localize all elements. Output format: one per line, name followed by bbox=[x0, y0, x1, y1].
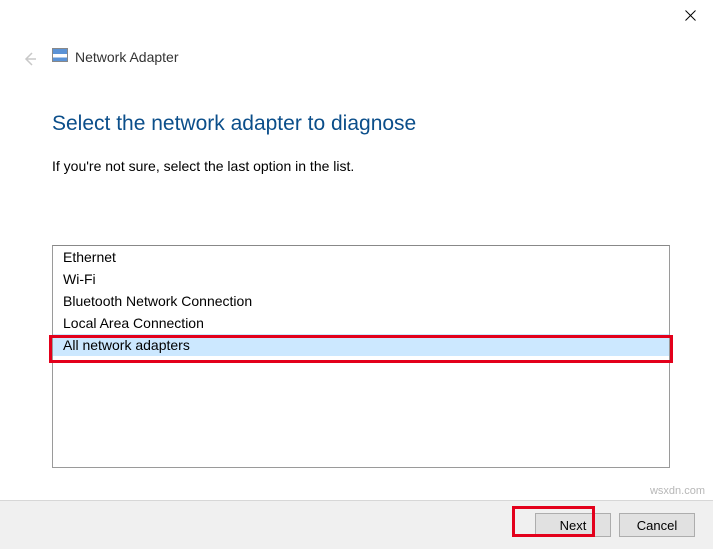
footer-bar: Next Cancel bbox=[0, 500, 713, 549]
adapter-listbox[interactable]: EthernetWi-FiBluetooth Network Connectio… bbox=[52, 245, 670, 468]
close-button[interactable] bbox=[668, 0, 713, 30]
next-button[interactable]: Next bbox=[535, 513, 611, 537]
list-item[interactable]: Ethernet bbox=[53, 246, 669, 268]
watermark: wsxdn.com bbox=[650, 485, 705, 497]
page-subtext: If you're not sure, select the last opti… bbox=[52, 158, 673, 174]
list-item[interactable]: All network adapters bbox=[53, 334, 669, 356]
window-title: Network Adapter bbox=[75, 49, 179, 65]
list-item[interactable]: Wi-Fi bbox=[53, 268, 669, 290]
list-item[interactable]: Bluetooth Network Connection bbox=[53, 290, 669, 312]
cancel-button[interactable]: Cancel bbox=[619, 513, 695, 537]
list-item[interactable]: Local Area Connection bbox=[53, 312, 669, 334]
page-heading: Select the network adapter to diagnose bbox=[52, 112, 673, 136]
back-button[interactable] bbox=[20, 50, 38, 71]
adapter-icon bbox=[52, 48, 68, 62]
close-icon bbox=[685, 10, 696, 21]
arrow-left-icon bbox=[20, 50, 38, 68]
